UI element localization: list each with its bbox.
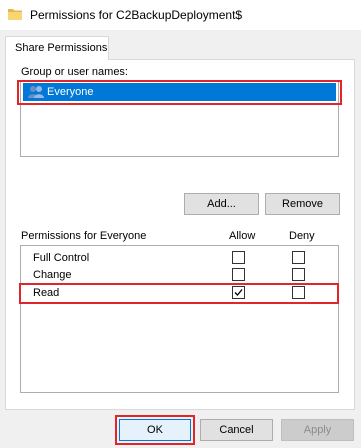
perm-name: Read — [33, 287, 60, 299]
allow-checkbox[interactable] — [232, 251, 245, 264]
apply-button[interactable]: Apply — [281, 419, 354, 441]
title-bar: Permissions for C2BackupDeployment$ — [0, 0, 361, 30]
allow-checkbox[interactable] — [232, 286, 245, 299]
add-button[interactable]: Add... — [184, 193, 259, 215]
allow-header: Allow — [229, 230, 256, 242]
ok-button[interactable]: OK — [119, 419, 191, 441]
deny-checkbox[interactable] — [292, 251, 305, 264]
permissions-header: Permissions for Everyone — [21, 230, 147, 242]
deny-header: Deny — [289, 230, 315, 242]
perm-name: Full Control — [33, 252, 90, 264]
tab-label: Share Permissions — [15, 42, 108, 54]
users-icon — [28, 85, 44, 99]
perm-row-full-control: Full Control — [21, 249, 338, 267]
group-listbox[interactable]: Everyone — [20, 80, 339, 157]
list-item-label: Everyone — [47, 86, 94, 98]
tab-share-permissions[interactable]: Share Permissions — [5, 36, 109, 60]
deny-checkbox[interactable] — [292, 286, 305, 299]
window-title: Permissions for C2BackupDeployment$ — [30, 8, 243, 22]
allow-checkbox[interactable] — [232, 268, 245, 281]
perm-name: Change — [33, 269, 72, 281]
check-icon — [234, 289, 243, 296]
list-item-everyone[interactable]: Everyone — [23, 83, 336, 101]
permissions-list: Full Control Change Read — [20, 245, 339, 393]
perm-row-change: Change — [21, 266, 338, 284]
group-label: Group or user names: — [21, 66, 128, 78]
remove-button[interactable]: Remove — [265, 193, 340, 215]
deny-checkbox[interactable] — [292, 268, 305, 281]
folder-icon — [8, 8, 22, 20]
cancel-button[interactable]: Cancel — [200, 419, 273, 441]
perm-row-read: Read — [21, 284, 338, 302]
